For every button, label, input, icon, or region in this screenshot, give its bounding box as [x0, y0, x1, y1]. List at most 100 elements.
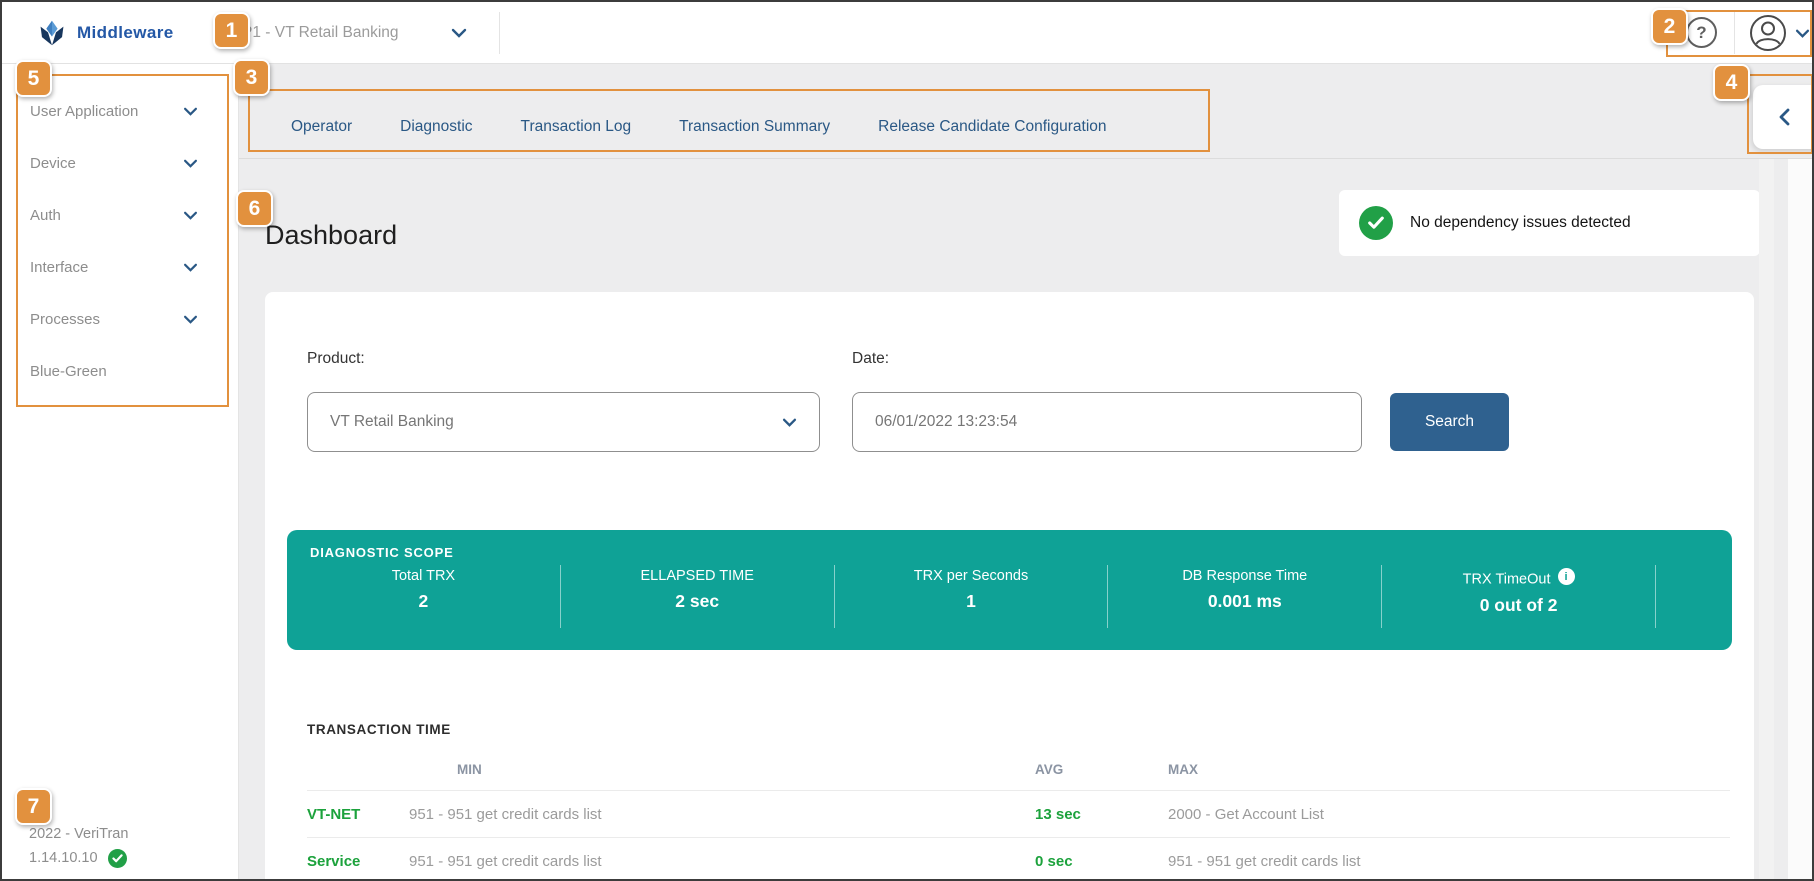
annotation-badge-6: 6 — [236, 190, 273, 227]
transaction-time-table: MIN AVG MAX VT-NET 951 - 951 get credit … — [307, 748, 1730, 879]
sidebar-footer: 2022 - VeriTran 1.14.10.10 — [29, 822, 128, 870]
annotation-badge-3: 3 — [233, 59, 270, 96]
chevron-down-icon — [184, 263, 197, 272]
stat-label: TRX per Seconds — [913, 568, 1029, 584]
column-header-avg: AVG — [1035, 761, 1064, 777]
top-bar: Middleware P1 - VT Retail Banking ? — [2, 2, 1812, 64]
collapse-panel-button[interactable] — [1753, 85, 1812, 149]
sidebar-item-label: User Application — [30, 102, 139, 120]
column-header-max: MAX — [1168, 761, 1198, 777]
date-input[interactable]: 06/01/2022 13:23:54 — [852, 392, 1362, 452]
sidebar: User Application Device Auth Interface P… — [2, 64, 239, 879]
stat-value: 1 — [966, 591, 976, 611]
chevron-down-icon — [451, 28, 467, 38]
dashboard-card: Product: VT Retail Banking Date: 06/01/2… — [265, 292, 1754, 879]
column-header-min: MIN — [457, 761, 482, 777]
question-mark-icon: ? — [1696, 22, 1707, 42]
version-text: 1.14.10.10 — [29, 850, 98, 866]
environment-selector-value: P1 - VT Retail Banking — [242, 24, 399, 41]
help-button[interactable]: ? — [1686, 17, 1717, 48]
product-select[interactable]: VT Retail Banking — [307, 392, 820, 452]
app-window: Middleware P1 - VT Retail Banking ? User… — [0, 0, 1814, 881]
stat-label: Total TRX — [391, 568, 456, 584]
sidebar-item-label: Device — [30, 154, 76, 172]
row-vt-net-min: 951 - 951 get credit cards list — [409, 790, 1035, 837]
diagnostic-scope-stats: Total TRX 2 ELLAPSED TIME 2 sec TRX per … — [287, 565, 1732, 628]
tab-release-candidate-configuration[interactable]: Release Candidate Configuration — [878, 118, 1106, 136]
chevron-down-icon — [184, 315, 197, 324]
user-menu-button[interactable] — [1748, 13, 1810, 53]
success-check-icon — [1359, 206, 1393, 240]
row-vt-net-max: 2000 - Get Account List — [1168, 790, 1730, 837]
tab-transaction-summary[interactable]: Transaction Summary — [679, 118, 830, 136]
sidebar-item-blue-green[interactable]: Blue-Green — [2, 345, 238, 397]
sidebar-item-label: Interface — [30, 258, 89, 276]
tab-diagnostic[interactable]: Diagnostic — [400, 118, 472, 136]
stat-db-response-time: DB Response Time 0.001 ms — [1108, 565, 1383, 628]
sidebar-item-device[interactable]: Device — [2, 137, 238, 189]
stat-value: 0.001 ms — [1207, 591, 1282, 611]
sidebar-item-interface[interactable]: Interface — [2, 241, 238, 293]
annotation-badge-4: 4 — [1713, 64, 1750, 101]
row-vt-net-avg: 13 sec — [1035, 790, 1168, 837]
tab-operator[interactable]: Operator — [291, 118, 352, 136]
brand: Middleware — [38, 2, 174, 64]
row-service-avg: 0 sec — [1035, 837, 1168, 879]
annotation-badge-5: 5 — [15, 60, 52, 97]
diagnostic-scope-banner: DIAGNOSTIC SCOPE Total TRX 2 ELLAPSED TI… — [287, 530, 1732, 650]
date-input-value: 06/01/2022 13:23:54 — [875, 413, 1018, 430]
middleware-logo-icon — [40, 20, 64, 46]
chevron-down-icon — [1795, 29, 1810, 38]
stat-ellapsed-time: ELLAPSED TIME 2 sec — [561, 565, 835, 628]
sidebar-item-auth[interactable]: Auth — [2, 189, 238, 241]
topbar-divider-right — [1734, 12, 1735, 54]
page-title: Dashboard — [265, 220, 398, 250]
dependency-status-banner: No dependency issues detected — [1339, 190, 1760, 256]
annotation-badge-7: 7 — [15, 788, 52, 825]
chevron-down-icon — [184, 107, 197, 116]
stat-total-trx: Total TRX 2 — [287, 565, 561, 628]
tab-bar: Operator Diagnostic Transaction Log Tran… — [239, 64, 1812, 159]
product-label: Product: — [307, 350, 365, 367]
chevron-down-icon — [184, 159, 197, 168]
sidebar-item-processes[interactable]: Processes — [2, 293, 238, 345]
version-ok-check-icon — [107, 848, 127, 868]
stat-label-with-info: TRX TimeOut i — [1382, 568, 1655, 588]
row-service-max: 951 - 951 get credit cards list — [1168, 837, 1730, 879]
row-service-min: 951 - 951 get credit cards list — [409, 837, 1035, 879]
vertical-scrollbar[interactable] — [1759, 159, 1774, 879]
transaction-time-title: TRANSACTION TIME — [307, 722, 451, 737]
annotation-badge-2: 2 — [1651, 8, 1688, 45]
annotation-badge-1: 1 — [213, 12, 250, 49]
info-icon[interactable]: i — [1557, 568, 1575, 585]
tab-transaction-log[interactable]: Transaction Log — [521, 118, 632, 136]
chevron-left-icon — [1779, 108, 1790, 126]
sidebar-item-label: Processes — [30, 310, 101, 328]
topbar-divider — [499, 12, 500, 54]
stat-value: 2 sec — [675, 591, 720, 611]
stat-value: 0 out of 2 — [1479, 594, 1558, 615]
dependency-status-text: No dependency issues detected — [1410, 214, 1631, 231]
environment-selector[interactable]: P1 - VT Retail Banking — [242, 2, 467, 64]
stat-label: DB Response Time — [1182, 568, 1308, 584]
diagnostic-scope-title: DIAGNOSTIC SCOPE — [310, 545, 454, 560]
sidebar-item-label: Auth — [30, 206, 61, 224]
stat-label: ELLAPSED TIME — [640, 568, 754, 584]
date-label: Date: — [852, 350, 890, 367]
stat-label: TRX TimeOut — [1462, 571, 1551, 588]
user-avatar-icon — [1750, 15, 1786, 51]
chevron-down-icon — [184, 211, 197, 220]
row-service-label: Service — [307, 837, 409, 879]
stat-value: 2 — [418, 591, 429, 611]
copyright-text: 2022 - VeriTran — [29, 826, 129, 842]
search-button[interactable]: Search — [1390, 393, 1509, 451]
collapsed-right-panel — [1788, 159, 1812, 879]
brand-name: Middleware — [77, 23, 174, 42]
product-select-value: VT Retail Banking — [330, 413, 454, 430]
column-header-spacer — [307, 748, 409, 790]
sidebar-nav: User Application Device Auth Interface P… — [2, 64, 238, 397]
row-vt-net-label: VT-NET — [307, 790, 409, 837]
stat-trx-per-seconds: TRX per Seconds 1 — [835, 565, 1109, 628]
chevron-down-icon — [782, 418, 797, 427]
sidebar-item-label: Blue-Green — [30, 362, 107, 380]
